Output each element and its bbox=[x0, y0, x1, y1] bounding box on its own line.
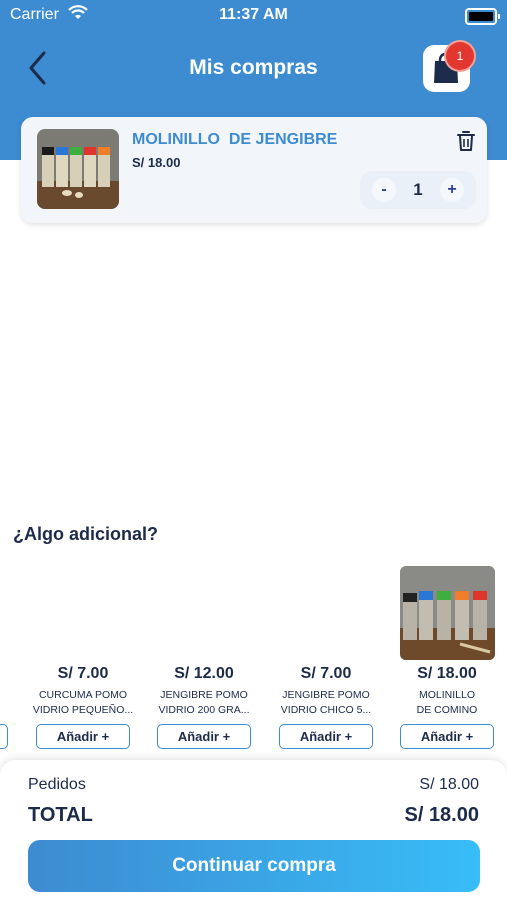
quantity-value: 1 bbox=[413, 180, 423, 199]
clock: 11:37 AM bbox=[219, 6, 288, 23]
orders-label: Pedidos bbox=[28, 776, 86, 793]
product-image bbox=[37, 129, 119, 209]
delete-button[interactable] bbox=[455, 129, 477, 153]
cart-count-badge: 1 bbox=[446, 42, 474, 70]
add-button[interactable]: Añadir + bbox=[157, 724, 251, 749]
continue-purchase-button[interactable]: Continuar compra bbox=[28, 840, 480, 892]
suggestion-name: VIDRIO 200 GRA... bbox=[158, 704, 250, 716]
add-button-partial[interactable] bbox=[0, 724, 8, 749]
suggestion-name: DE COMINO bbox=[416, 704, 478, 716]
cart-item: MOLINILLO DE JENGIBRE S/ 18.00 - 1 + bbox=[21, 117, 487, 223]
suggestion-name: MOLINILLO bbox=[418, 689, 476, 701]
suggestion-price: S/ 12.00 bbox=[174, 665, 234, 682]
suggestion-price: S/ 18.00 bbox=[417, 665, 477, 682]
battery-icon bbox=[465, 8, 500, 25]
order-summary: Pedidos S/ 18.00 TOTAL S/ 18.00 Continua… bbox=[0, 760, 507, 900]
suggestion-image bbox=[400, 566, 495, 660]
suggestion-name: VIDRIO CHICO 5... bbox=[280, 704, 372, 716]
total-value: S/ 18.00 bbox=[404, 804, 479, 826]
product-price: S/ 18.00 bbox=[132, 155, 181, 170]
suggestions-title: ¿Algo adicional? bbox=[13, 524, 159, 544]
quantity-stepper: - 1 + bbox=[360, 171, 476, 209]
suggestion-name: JENGIBRE POMO bbox=[160, 689, 248, 701]
suggestion-name: VIDRIO PEQUEÑO... bbox=[32, 704, 134, 716]
status-bar: Carrier 11:37 AM bbox=[0, 0, 507, 30]
suggestion-name: JENGIBRE POMO bbox=[282, 689, 370, 701]
suggestion-price: S/ 7.00 bbox=[57, 665, 109, 682]
trash-icon bbox=[457, 131, 475, 151]
decrement-button[interactable]: - bbox=[372, 178, 396, 202]
increment-button[interactable]: + bbox=[440, 178, 464, 202]
suggestion-price: S/ 7.00 bbox=[300, 665, 352, 682]
total-label: TOTAL bbox=[28, 804, 93, 826]
product-name: MOLINILLO DE JENGIBRE bbox=[132, 131, 338, 148]
orders-value: S/ 18.00 bbox=[419, 776, 479, 793]
add-button[interactable]: Añadir + bbox=[279, 724, 373, 749]
add-button[interactable]: Añadir + bbox=[36, 724, 130, 749]
suggestion-name: CURCUMA POMO bbox=[38, 689, 128, 701]
add-button[interactable]: Añadir + bbox=[400, 724, 494, 749]
